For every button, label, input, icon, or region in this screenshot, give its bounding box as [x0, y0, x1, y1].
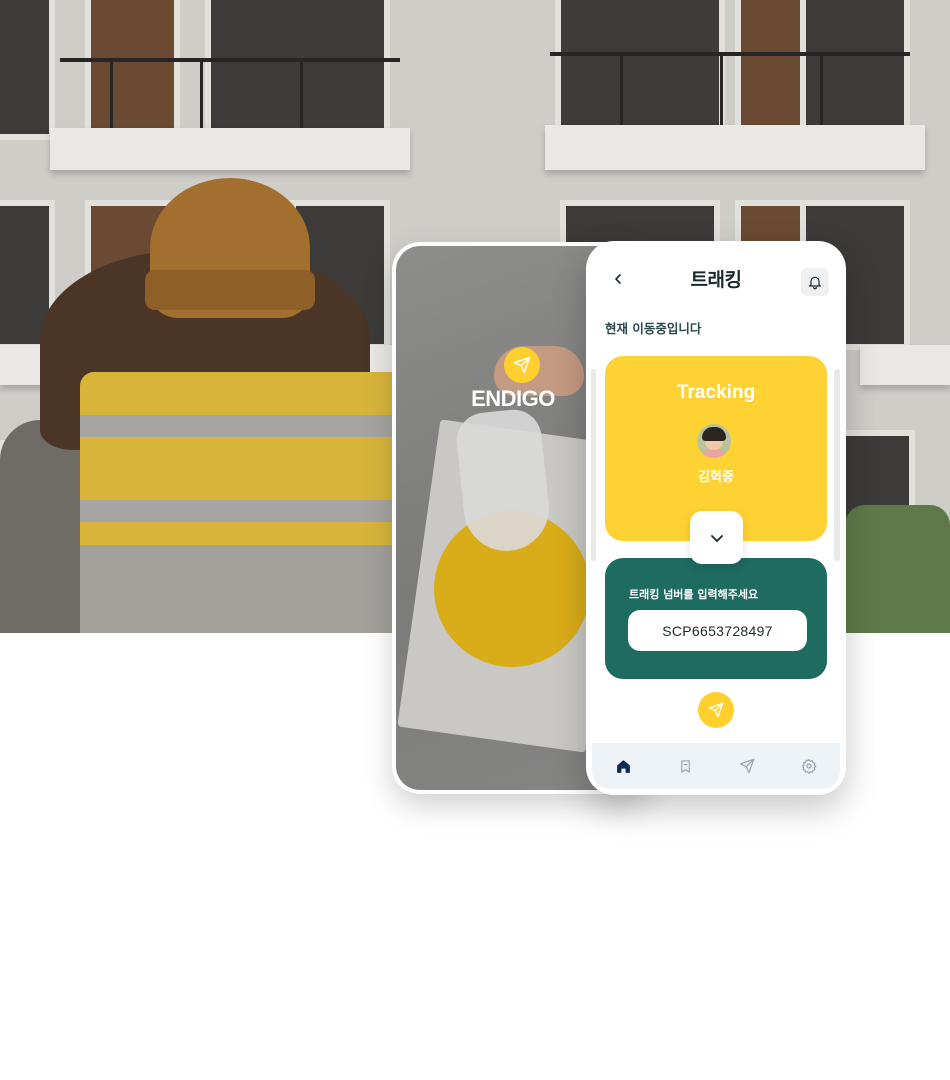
tracking-card-title: Tracking	[676, 382, 756, 403]
tracking-input-card: 트래킹 넘버를 입력해주세요	[605, 558, 827, 679]
tracking-input-label: 트래킹 넘버를 입력해주세요	[629, 588, 759, 601]
paper-plane-icon	[739, 758, 755, 774]
tracking-number-input[interactable]	[628, 610, 807, 651]
paper-plane-icon	[708, 702, 724, 718]
paper-plane-icon	[513, 356, 531, 374]
app-header: 트래킹	[586, 241, 846, 313]
tracking-phone-mockup: 트래킹 현재 이동중입니다 Tracking 김혁중 트래킹 넘버를 입력해주세…	[586, 241, 846, 795]
expand-button[interactable]	[690, 511, 743, 564]
gear-icon	[802, 759, 817, 774]
carousel-prev-edge	[591, 369, 596, 561]
tab-home[interactable]	[608, 751, 638, 781]
avatar	[697, 424, 731, 458]
bookmark-icon	[680, 759, 690, 773]
send-button[interactable]	[698, 692, 734, 728]
chevron-down-icon	[710, 534, 723, 542]
home-icon	[616, 759, 630, 773]
status-text: 현재 이동중입니다	[605, 321, 702, 336]
tab-bookmark[interactable]	[670, 751, 700, 781]
bell-icon	[809, 276, 821, 290]
carousel-next-edge	[834, 369, 840, 561]
notification-button[interactable]	[801, 268, 829, 296]
bottom-tab-bar	[592, 743, 840, 789]
tab-send[interactable]	[732, 751, 762, 781]
driver-name: 김혁중	[698, 470, 734, 485]
tab-settings[interactable]	[794, 751, 824, 781]
brand-logo-badge	[504, 347, 540, 383]
